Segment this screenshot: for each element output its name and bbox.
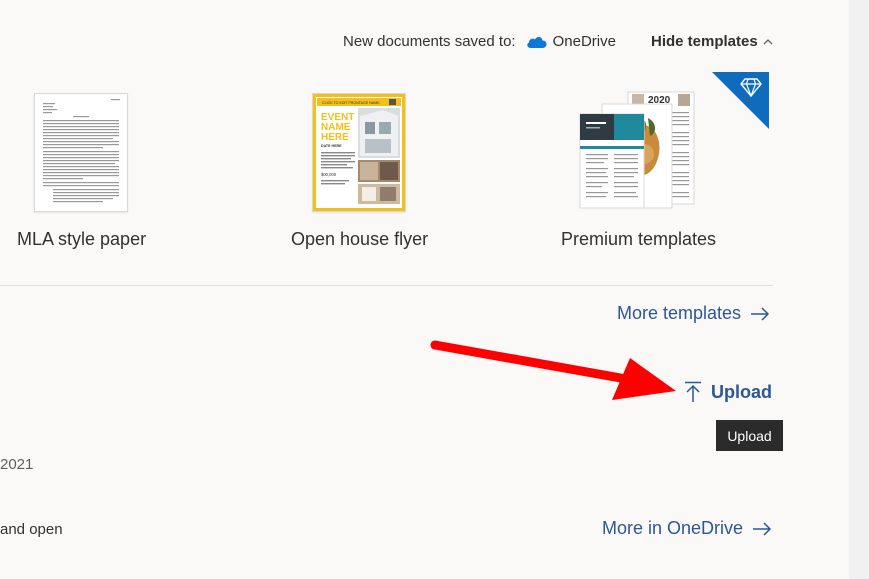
onedrive-cloud-icon: [526, 35, 548, 49]
upload-arrow-icon: [684, 381, 702, 403]
onedrive-label[interactable]: OneDrive: [553, 33, 616, 50]
template-thumbnail-premium[interactable]: 2020: [576, 88, 696, 210]
flyer-preview: CLICK TO EDIT FRONTAGE NAME EVENT NAME H…: [313, 94, 405, 211]
scrollbar-track[interactable]: [849, 0, 869, 579]
mla-paper-preview: [43, 99, 120, 203]
template-thumbnail-flyer[interactable]: CLICK TO EDIT FRONTAGE NAME EVENT NAME H…: [312, 93, 406, 212]
flyer-date: DATE HERE: [321, 144, 342, 148]
arrow-right-icon: [750, 306, 770, 321]
upload-label: Upload: [711, 381, 772, 402]
date-fragment-text: 2021: [0, 456, 34, 473]
upload-button[interactable]: Upload: [684, 381, 772, 403]
section-divider: [0, 285, 773, 286]
template-label-mla[interactable]: MLA style paper: [17, 229, 146, 250]
upload-tooltip: Upload: [716, 420, 783, 451]
premium-collage-preview: 2020: [579, 91, 695, 209]
template-label-flyer[interactable]: Open house flyer: [291, 229, 428, 250]
premium-badge: [712, 72, 769, 129]
flyer-price: $00,000: [321, 172, 337, 177]
diamond-icon: [740, 78, 762, 97]
template-label-premium[interactable]: Premium templates: [561, 229, 716, 250]
chevron-up-icon: [763, 38, 773, 45]
more-templates-label: More templates: [617, 303, 742, 323]
save-location-indicator: New documents saved to: OneDrive: [343, 33, 616, 50]
more-in-onedrive-link[interactable]: More in OneDrive: [602, 518, 772, 539]
saved-to-label: New documents saved to:: [343, 33, 516, 50]
more-in-onedrive-label: More in OneDrive: [602, 518, 744, 538]
more-templates-link[interactable]: More templates: [617, 303, 770, 324]
flyer-banner-text: CLICK TO EDIT FRONTAGE NAME: [322, 101, 380, 105]
app-page: New documents saved to: OneDrive Hide te…: [0, 0, 869, 579]
template-thumbnail-mla[interactable]: [34, 93, 128, 212]
open-fragment-text: and open: [0, 521, 63, 538]
hide-templates-label: Hide templates: [651, 33, 758, 50]
hide-templates-button[interactable]: Hide templates: [651, 33, 773, 50]
arrow-right-icon: [752, 521, 772, 536]
